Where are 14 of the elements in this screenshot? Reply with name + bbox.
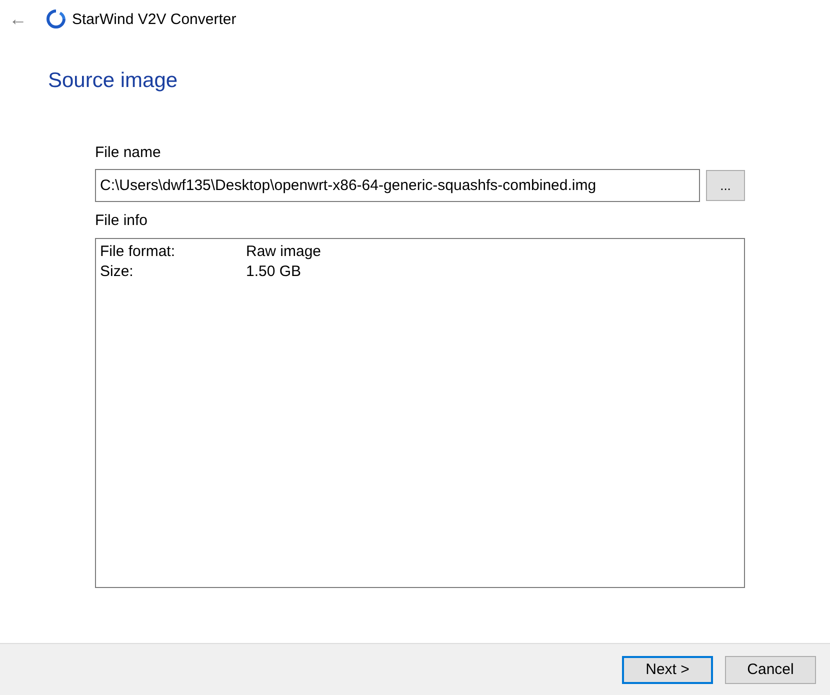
window-title: StarWind V2V Converter: [72, 10, 236, 28]
file-path-field[interactable]: C:\Users\dwf135\Desktop\openwrt-x86-64-generic-squashfs-combined.img: [95, 169, 700, 202]
browse-button[interactable]: ...: [706, 170, 745, 201]
back-button[interactable]: ←: [9, 8, 27, 30]
file-info-label: File info: [95, 212, 149, 230]
dialog-button[interactable]: Cancel: [725, 656, 816, 684]
info-value: 1.50 GB: [246, 263, 302, 281]
dialog-button[interactable]: Next >: [622, 656, 713, 684]
info-name: Size:: [100, 263, 134, 281]
ring-logo-icon: [46, 9, 66, 29]
info-value: Raw image: [246, 243, 322, 261]
info-name: File format:: [100, 243, 176, 261]
file-name-label: File name: [95, 144, 162, 162]
page-heading: Source image: [48, 69, 179, 93]
